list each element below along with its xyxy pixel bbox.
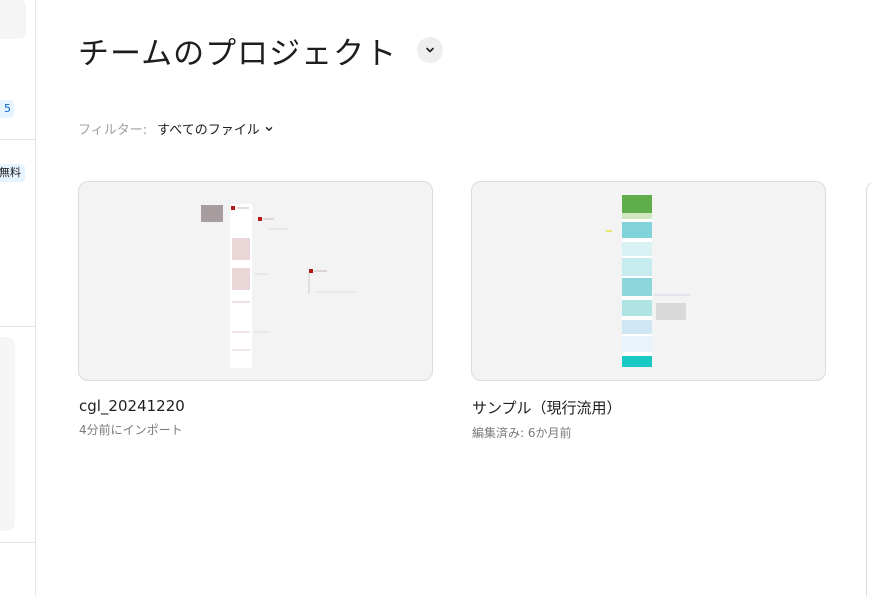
free-plan-badge: 無料 [0,164,25,182]
filter-label: フィルター: [78,123,148,138]
file-card-partial[interactable] [866,181,871,596]
sidebar-count-badge: 5 [0,100,14,118]
chevron-down-icon[interactable] [264,124,274,134]
file-card[interactable]: サンプル（現行流用） 編集済み: 6か月前 [471,181,826,441]
file-name[interactable]: cgl_20241220 [79,397,433,415]
sidebar-divider [0,139,36,140]
filter-bar: フィルター: すべてのファイル [78,119,274,138]
file-meta: 編集済み: 6か月前 [472,426,572,440]
thumbnail-preview [201,204,355,368]
file-meta: 4分前にインポート [79,423,183,437]
page-title: チームのプロジェクト [78,35,398,72]
project-menu-button[interactable] [417,37,444,63]
file-thumbnail[interactable] [78,181,433,381]
filter-dropdown[interactable]: すべてのファイル [157,119,260,138]
sidebar-panel [0,337,15,531]
file-thumbnail[interactable] [471,181,826,381]
file-card[interactable]: cgl_20241220 4分前にインポート [78,181,433,438]
sidebar-top-item[interactable] [0,0,26,39]
thumbnail-preview [606,195,690,367]
sidebar: 5 無料 [0,0,36,596]
chevron-down-icon [426,47,434,53]
page-header: チームのプロジェクト [78,30,444,72]
sidebar-divider [0,542,36,543]
sidebar-divider [0,326,36,327]
file-name[interactable]: サンプル（現行流用） [472,397,826,418]
